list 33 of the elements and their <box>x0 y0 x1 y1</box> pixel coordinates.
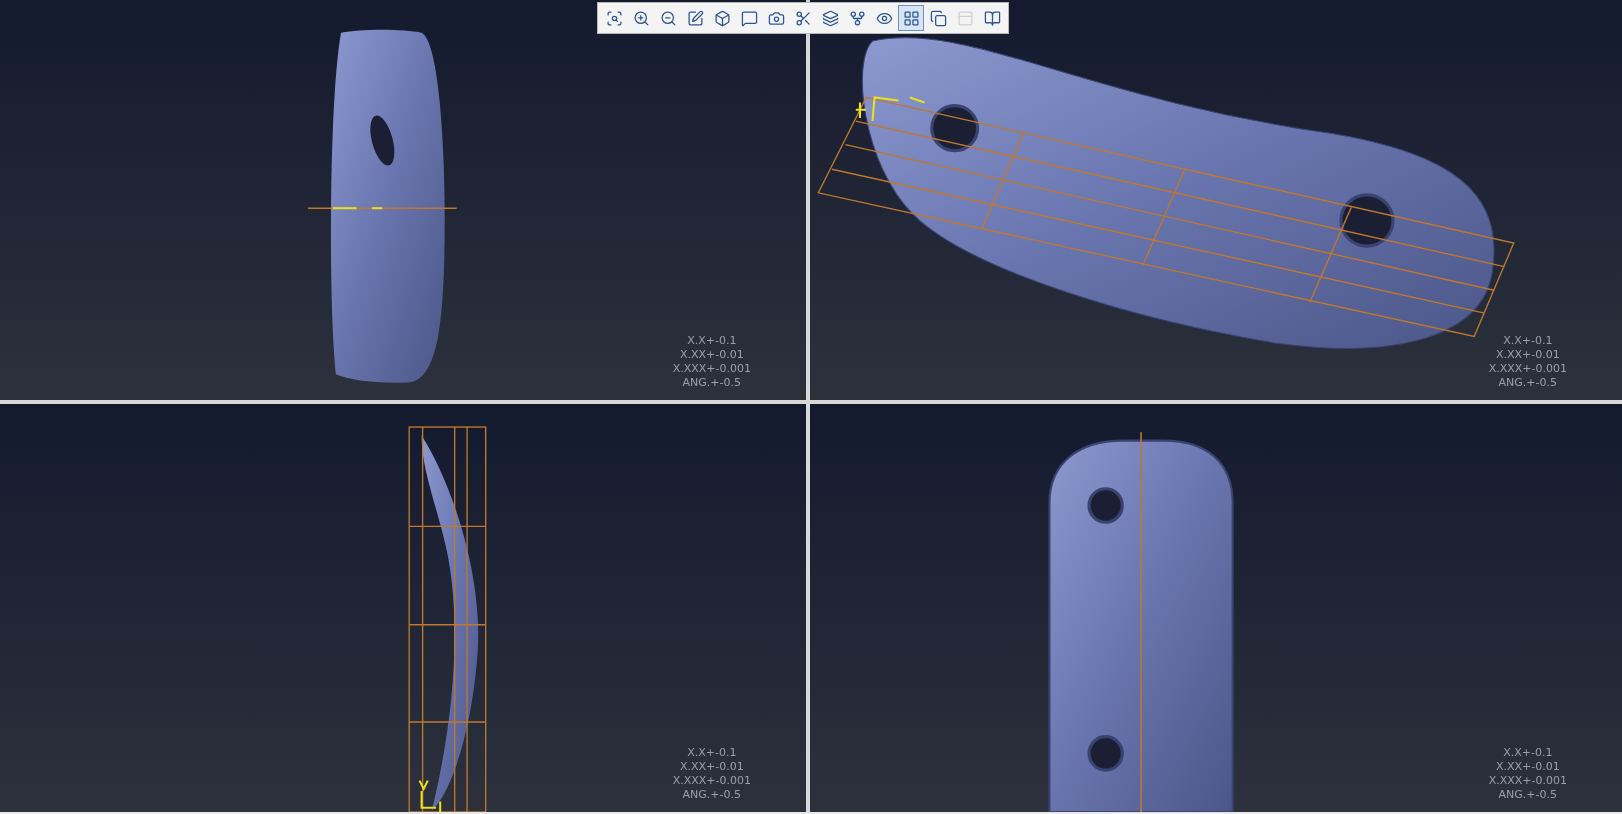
tolerance-text: X.XXX+-0.001 <box>1488 362 1567 376</box>
zoom-in-icon <box>632 9 650 27</box>
toolbar-button[interactable] <box>898 5 924 31</box>
tolerance-text: X.XXX+-0.001 <box>672 362 751 376</box>
panel-icon <box>956 9 974 27</box>
book-icon <box>983 9 1001 27</box>
axis-marker-icon <box>418 779 442 812</box>
tolerance-text: X.X+-0.1 <box>1503 746 1553 760</box>
note-icon <box>740 9 758 27</box>
zoom-out-icon <box>659 9 677 27</box>
fit-all-icon <box>605 9 623 27</box>
tolerance-text: X.XX+-0.01 <box>679 760 744 774</box>
grid-icon <box>902 9 920 27</box>
tolerance-text: X.XX+-0.01 <box>1495 348 1560 362</box>
copy-icon <box>929 9 947 27</box>
tolerance-text: ANG.+-0.5 <box>682 788 742 802</box>
edit-icon <box>686 9 704 27</box>
tolerance-text: X.X+-0.1 <box>687 746 737 760</box>
axis-marker-icon <box>854 96 926 123</box>
tolerance-text: ANG.+-0.5 <box>1498 376 1558 390</box>
tolerance-text: X.X+-0.1 <box>687 334 737 348</box>
tolerance-text: ANG.+-0.5 <box>1498 788 1558 802</box>
camera-icon <box>767 9 785 27</box>
cube-icon <box>713 9 731 27</box>
tolerance-text: X.XXX+-0.001 <box>672 774 751 788</box>
branch-icon <box>848 9 866 27</box>
cut-icon <box>794 9 812 27</box>
tolerance-text: X.XXX+-0.001 <box>1488 774 1567 788</box>
tolerance-text: X.XX+-0.01 <box>1495 760 1560 774</box>
tolerance-text: ANG.+-0.5 <box>682 376 742 390</box>
layers-icon <box>821 9 839 27</box>
tolerance-text: X.XX+-0.01 <box>679 348 744 362</box>
tolerance-text: X.X+-0.1 <box>1503 334 1553 348</box>
